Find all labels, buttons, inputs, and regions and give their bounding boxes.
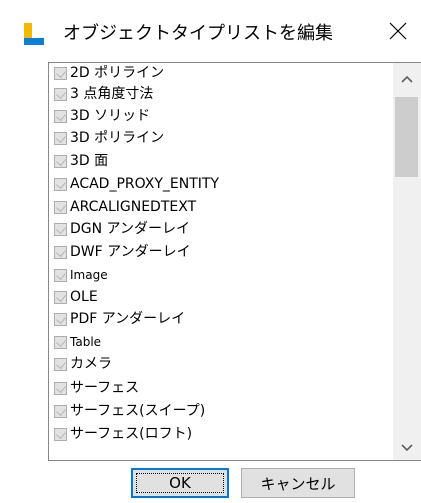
window-app-icon (24, 23, 44, 45)
vertical-scrollbar[interactable] (393, 63, 421, 460)
list-item-label: OLE (70, 289, 98, 305)
object-type-list: 2D ポリライン 3 点角度寸法 3D ソリッド 3D ポリライン 3D 面 ACAD_P… (49, 63, 394, 460)
list-item[interactable]: Table (54, 332, 101, 352)
list-item-checkbox[interactable] (54, 268, 67, 282)
list-item[interactable]: 3D ソリッド (54, 106, 150, 126)
list-item-label: Image (70, 268, 108, 282)
list-item-checkbox[interactable] (54, 404, 67, 418)
list-item[interactable]: サーフェス(スイープ) (54, 401, 205, 421)
list-item[interactable]: ARCALIGNEDTEXT (54, 197, 196, 217)
list-item-label: PDF アンダーレイ (70, 311, 186, 327)
object-type-listbox[interactable]: 2D ポリライン 3 点角度寸法 3D ソリッド 3D ポリライン 3D 面 ACAD_P… (48, 62, 421, 461)
list-item[interactable]: ACAD_PROXY_ENTITY (54, 174, 219, 194)
cancel-button[interactable]: キャンセル (241, 468, 355, 498)
list-item-checkbox[interactable] (54, 200, 67, 214)
list-item-checkbox[interactable] (54, 66, 67, 80)
list-item-checkbox[interactable] (54, 427, 67, 441)
cancel-button-label: キャンセル (260, 474, 336, 493)
list-item-checkbox[interactable] (54, 357, 67, 371)
list-item-label: Table (70, 335, 102, 349)
list-item-checkbox[interactable] (54, 290, 67, 304)
list-item-label: 2D ポリライン (70, 65, 165, 81)
list-item[interactable]: 3D 面 (54, 151, 108, 171)
list-item-label: DWF アンダーレイ (70, 244, 191, 260)
list-item[interactable]: OLE (54, 287, 98, 307)
list-item-label: サーフェス(スイープ) (70, 403, 206, 419)
list-item[interactable]: Image (54, 265, 108, 285)
list-item-checkbox[interactable] (54, 87, 67, 101)
list-item[interactable]: サーフェス (54, 378, 139, 398)
scroll-down-button[interactable] (393, 432, 421, 460)
list-item-checkbox[interactable] (54, 222, 67, 236)
list-item-checkbox[interactable] (54, 381, 67, 395)
list-item-label: DGN アンダーレイ (70, 221, 190, 237)
list-item-checkbox[interactable] (54, 177, 67, 191)
chevron-up-icon (401, 68, 413, 87)
ok-button[interactable]: OK (131, 468, 229, 498)
list-item-checkbox[interactable] (54, 245, 67, 259)
list-item-checkbox[interactable] (54, 335, 67, 349)
edit-object-type-list-dialog: オブジェクトタイプリストを編集 2D ポリライン 3 点角度寸法 3D ソリッド 3D… (0, 0, 421, 503)
close-button[interactable] (375, 10, 421, 56)
chevron-down-icon (401, 437, 413, 456)
scrollbar-thumb[interactable] (395, 97, 418, 177)
list-item[interactable]: DWF アンダーレイ (54, 242, 191, 262)
window-title: オブジェクトタイプリストを編集 (63, 23, 333, 44)
list-item[interactable]: 3D ポリライン (54, 128, 164, 148)
list-item[interactable]: 3 点角度寸法 (54, 84, 153, 104)
list-item-checkbox[interactable] (54, 154, 67, 168)
list-item[interactable]: 2D ポリライン (54, 63, 164, 83)
close-icon (389, 22, 407, 44)
list-item-label: ARCALIGNEDTEXT (70, 199, 197, 215)
list-item-label: 3 点角度寸法 (70, 86, 154, 102)
list-item[interactable]: PDF アンダーレイ (54, 309, 185, 329)
list-item[interactable]: サーフェス(ロフト) (54, 424, 192, 444)
scroll-up-button[interactable] (393, 63, 421, 91)
list-item-checkbox[interactable] (54, 109, 67, 123)
list-item-label: カメラ (70, 356, 112, 372)
list-item[interactable]: DGN アンダーレイ (54, 219, 190, 239)
list-item-label: 3D ポリライン (70, 130, 165, 146)
focus-rectangle (136, 473, 224, 493)
list-item-label: サーフェス(ロフト) (70, 426, 193, 442)
list-item-checkbox[interactable] (54, 312, 67, 326)
list-item-label: 3D 面 (70, 153, 109, 169)
list-item[interactable]: カメラ (54, 354, 112, 374)
list-item-label: サーフェス (70, 380, 140, 396)
list-item-label: 3D ソリッド (70, 108, 151, 124)
title-bar[interactable]: オブジェクトタイプリストを編集 (0, 0, 421, 64)
list-item-checkbox[interactable] (54, 131, 67, 145)
list-item-label: ACAD_PROXY_ENTITY (70, 176, 220, 192)
